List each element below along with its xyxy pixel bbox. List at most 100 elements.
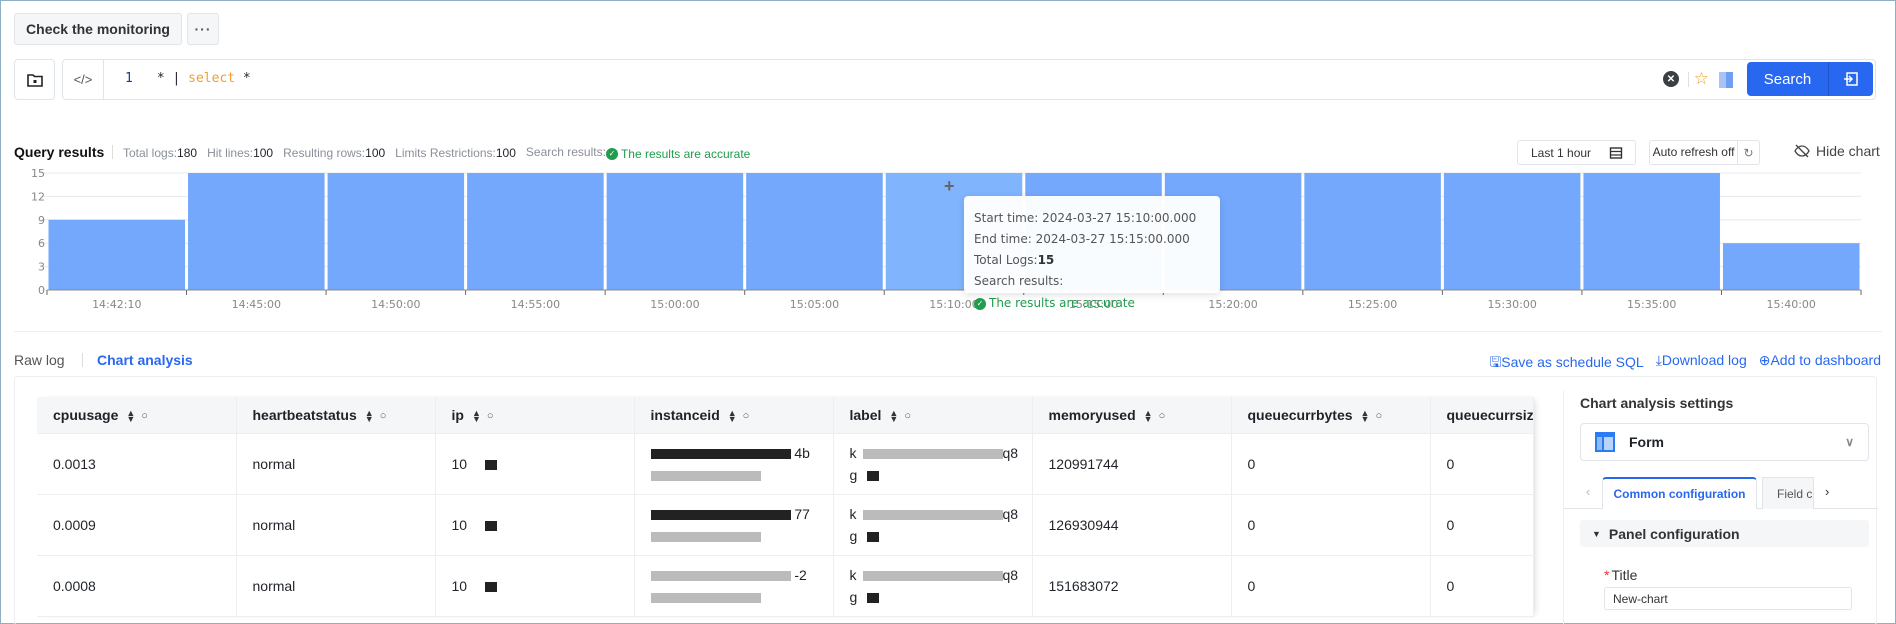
title-input[interactable] xyxy=(1604,587,1852,610)
cell-instanceid: 77 xyxy=(634,494,834,556)
sort-icon[interactable]: ▲ ▼ xyxy=(126,409,135,424)
column-header-queuecurrsize[interactable]: queuecurrsiz xyxy=(1430,397,1534,434)
divider xyxy=(112,145,113,159)
histogram-bar[interactable] xyxy=(467,173,604,290)
column-header-memoryused[interactable]: memoryused ▲ ▼ ○ xyxy=(1032,397,1232,434)
sort-icon[interactable]: ▲ ▼ xyxy=(472,409,481,424)
tab-field-configuration[interactable]: Field c xyxy=(1762,477,1814,509)
refresh-icon[interactable]: ↻ xyxy=(1738,146,1759,160)
y-tick-label: 6 xyxy=(38,237,45,250)
chevron-left-icon[interactable]: ‹ xyxy=(1586,484,1590,499)
query-results-title: Query results xyxy=(14,144,105,160)
histogram-bar[interactable] xyxy=(327,173,465,290)
sort-icon[interactable]: ▲ ▼ xyxy=(365,409,374,424)
cell-heartbeatstatus: normal xyxy=(236,433,436,495)
histogram-bar[interactable] xyxy=(1722,243,1860,290)
cell-label: k q8 g xyxy=(833,494,1033,556)
cell-memoryused: 126930944 xyxy=(1032,494,1232,556)
sort-icon[interactable]: ▲ ▼ xyxy=(1361,409,1370,424)
panel-configuration-section[interactable]: ▼ Panel configuration xyxy=(1580,520,1869,547)
histogram-bar[interactable] xyxy=(606,173,744,290)
search-icon[interactable]: ○ xyxy=(380,410,387,422)
more-options-button[interactable]: ··· xyxy=(187,13,219,45)
histogram-bar[interactable] xyxy=(1304,173,1441,290)
x-tick-label: 15:10:00 xyxy=(929,298,978,311)
cell-queuecurrbytes: 0 xyxy=(1231,433,1431,495)
histogram-bar[interactable] xyxy=(188,173,325,290)
export-icon[interactable] xyxy=(1829,62,1873,96)
chevron-right-icon[interactable]: › xyxy=(1825,484,1829,499)
x-tick-label: 14:55:00 xyxy=(511,298,560,311)
add-to-dashboard-link[interactable]: ⊕Add to dashboard xyxy=(1759,352,1881,376)
search-icon[interactable]: ○ xyxy=(487,410,494,422)
search-icon[interactable]: ○ xyxy=(1375,410,1382,422)
tab-chart-analysis[interactable]: Chart analysis xyxy=(97,352,193,368)
hide-chart-button[interactable]: Hide chart xyxy=(1794,143,1880,159)
tab-raw-log[interactable]: Raw log xyxy=(14,352,65,368)
sort-icon[interactable]: ▲ ▼ xyxy=(1144,409,1153,424)
cell-cpuusage: 0.0009 xyxy=(37,494,237,556)
cell-heartbeatstatus: normal xyxy=(236,494,436,556)
sort-icon[interactable]: ▲ ▼ xyxy=(889,409,898,424)
settings-title: Chart analysis settings xyxy=(1580,395,1734,411)
column-header-queuecurrbytes[interactable]: queuecurrbytes ▲ ▼ ○ xyxy=(1231,397,1431,434)
layout-panel-icon[interactable] xyxy=(1719,72,1733,88)
chevron-down-icon: ∨ xyxy=(1845,435,1854,449)
redacted-block xyxy=(650,448,791,459)
code-mode-icon[interactable]: </> xyxy=(63,60,104,99)
redacted-block xyxy=(650,570,791,581)
stat-resulting-rows: Resulting rows:100 xyxy=(283,145,386,160)
cell-cpuusage: 0.0008 xyxy=(37,555,237,617)
y-tick-label: 9 xyxy=(38,214,45,227)
title-field-label: * Title xyxy=(1604,567,1638,583)
column-header-cpuusage[interactable]: cpuusage ▲ ▼ ○ xyxy=(37,397,237,434)
cell-ip: 10 xyxy=(435,555,635,617)
search-icon[interactable]: ○ xyxy=(904,410,911,422)
query-editor[interactable]: </> 1 * | select * ✕ ☆ Search xyxy=(62,59,1876,100)
histogram-bar[interactable] xyxy=(48,219,186,290)
download-log-link[interactable]: ⤓Download log xyxy=(1656,352,1747,376)
cell-memoryused: 120991744 xyxy=(1032,433,1232,495)
redacted-block xyxy=(485,459,498,470)
cell-queuecurrsize: 0 xyxy=(1430,494,1534,556)
saved-queries-button[interactable] xyxy=(14,59,55,100)
sort-icon[interactable]: ▲ ▼ xyxy=(728,409,737,424)
save-schedule-sql-link[interactable]: 🖫Save as schedule SQL xyxy=(1489,352,1643,376)
x-tick-label: 15:30:00 xyxy=(1487,298,1536,311)
column-header-label[interactable]: label ▲ ▼ ○ xyxy=(833,397,1033,434)
chart-tooltip: Start time: 2024-03-27 15:10:00.000 End … xyxy=(964,196,1220,310)
cell-queuecurrsize: 0 xyxy=(1430,555,1534,617)
search-icon[interactable]: ○ xyxy=(141,410,148,422)
x-tick-label: 15:20:00 xyxy=(1208,298,1257,311)
table-row: 0.0009 normal 10 77 k q8 g 126930944 0 0 xyxy=(37,494,1534,556)
histogram-bar[interactable] xyxy=(1583,173,1720,290)
cell-cpuusage: 0.0013 xyxy=(37,433,237,495)
search-icon[interactable]: ○ xyxy=(1159,410,1166,422)
code-prefix: * | xyxy=(156,71,189,86)
chart-type-select[interactable]: Form ∨ xyxy=(1580,423,1869,461)
tooltip-total-logs: Total Logs:15 xyxy=(974,253,1055,267)
eye-off-icon xyxy=(1794,144,1810,158)
query-stats: Total logs:180 Hit lines:100 Resulting r… xyxy=(123,145,750,161)
cell-label: k q8 g xyxy=(833,555,1033,617)
add-circle-icon: ⊕ xyxy=(1758,352,1771,368)
search-button[interactable]: Search xyxy=(1747,62,1829,96)
x-tick-label: 15:00:00 xyxy=(650,298,699,311)
clear-icon[interactable]: ✕ xyxy=(1663,71,1679,87)
star-icon[interactable]: ☆ xyxy=(1694,69,1709,89)
query-code-line[interactable]: 1 * | select * xyxy=(125,71,251,86)
calendar-icon xyxy=(1609,147,1623,159)
search-button-group[interactable]: Search xyxy=(1747,62,1873,96)
histogram-bar[interactable] xyxy=(746,173,883,290)
redacted-block xyxy=(867,592,880,603)
column-header-heartbeatstatus[interactable]: heartbeatstatus ▲ ▼ ○ xyxy=(236,397,436,434)
column-header-ip[interactable]: ip ▲ ▼ ○ xyxy=(435,397,635,434)
caret-down-icon: ▼ xyxy=(1592,528,1601,539)
tab-common-configuration[interactable]: Common configuration xyxy=(1602,477,1757,509)
tooltip-end-time: End time: 2024-03-27 15:15:00.000 xyxy=(974,232,1190,246)
x-tick-label: 15:40:00 xyxy=(1767,298,1816,311)
column-header-instanceid[interactable]: instanceid ▲ ▼ ○ xyxy=(634,397,834,434)
histogram-bar[interactable] xyxy=(1443,173,1581,290)
query-tab-check-monitoring[interactable]: Check the monitoring xyxy=(14,13,182,45)
search-icon[interactable]: ○ xyxy=(743,410,750,422)
